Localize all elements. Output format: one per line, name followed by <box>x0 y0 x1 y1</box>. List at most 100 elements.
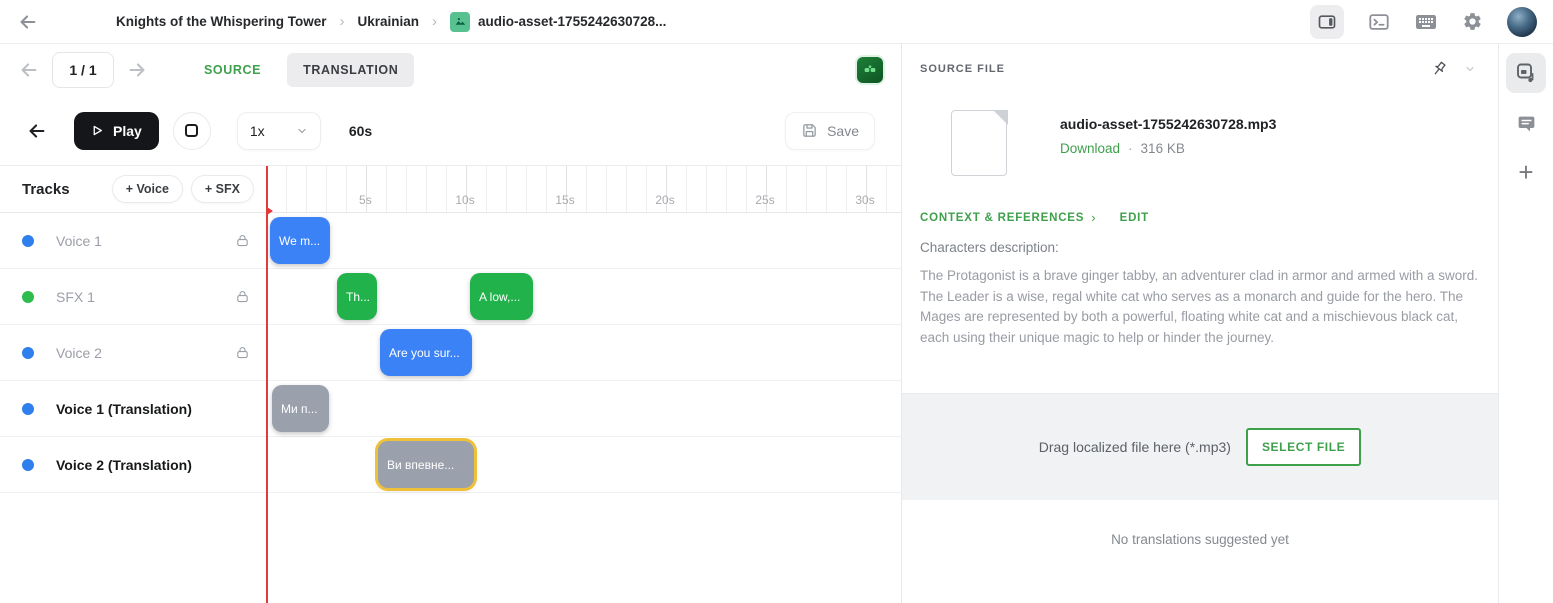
lock-icon[interactable] <box>235 289 250 304</box>
track-name: SFX 1 <box>56 289 95 305</box>
stop-button[interactable] <box>173 112 211 150</box>
add-sfx-button[interactable]: + SFX <box>191 175 254 203</box>
download-link[interactable]: Download <box>1060 141 1120 156</box>
next-page-icon[interactable] <box>126 59 148 81</box>
breadcrumb: Knights of the Whispering Tower › Ukrain… <box>116 12 666 32</box>
track-color-dot <box>22 459 34 471</box>
pin-icon[interactable] <box>1426 56 1451 81</box>
ruler-tick-label: 5s <box>359 193 372 207</box>
file-card: audio-asset-1755242630728.mp3 Download ·… <box>951 110 1498 176</box>
ruler-tick <box>786 166 787 212</box>
edit-link[interactable]: EDIT <box>1120 212 1149 224</box>
chevron-right-icon: › <box>1091 210 1095 225</box>
meta-separator: · <box>1128 141 1133 156</box>
total-duration: 60s <box>349 123 372 139</box>
audio-clip[interactable]: Are you sur... <box>380 329 472 376</box>
asset-image-icon <box>450 12 470 32</box>
track-row: Voice 1We m... <box>0 213 901 269</box>
ruler-tick <box>586 166 587 212</box>
breadcrumb-project[interactable]: Knights of the Whispering Tower <box>116 14 327 29</box>
audio-clip[interactable]: We m... <box>270 217 330 264</box>
playhead[interactable] <box>266 166 268 603</box>
play-label: Play <box>113 123 142 139</box>
track-header[interactable]: Voice 2 <box>0 325 266 380</box>
breadcrumb-separator-icon: › <box>340 13 345 30</box>
save-button[interactable]: Save <box>785 112 875 150</box>
track-header[interactable]: SFX 1 <box>0 269 266 324</box>
track-lane: Are you sur... <box>266 325 901 380</box>
audio-clip[interactable]: A low,... <box>470 273 533 320</box>
ruler-tick <box>346 166 347 212</box>
track-header[interactable]: Voice 1 <box>0 213 266 268</box>
select-file-button[interactable]: SELECT FILE <box>1246 428 1361 466</box>
panel-title: SOURCE FILE <box>920 63 1005 75</box>
track-name: Voice 2 (Translation) <box>56 457 192 473</box>
comments-icon[interactable] <box>1516 114 1537 135</box>
track-lane: Ви впевне... <box>266 437 901 492</box>
file-size: 316 KB <box>1141 141 1185 156</box>
context-references-link[interactable]: CONTEXT & REFERENCES <box>920 212 1084 224</box>
track-lane: We m... <box>266 213 901 268</box>
ruler-tick <box>746 166 747 212</box>
audio-clip[interactable]: Ви впевне... <box>378 441 474 488</box>
gear-icon[interactable] <box>1462 11 1483 32</box>
track-header[interactable]: Voice 2 (Translation) <box>0 437 266 492</box>
ruler-tick <box>626 166 627 212</box>
tab-source[interactable]: SOURCE <box>188 53 277 87</box>
asset-thumbnail-icon[interactable] <box>857 57 883 83</box>
panel-toggle-button[interactable] <box>1310 5 1344 39</box>
ruler-tick <box>606 166 607 212</box>
breadcrumb-asset-label: audio-asset-1755242630728... <box>478 14 666 29</box>
description-label: Characters description: <box>920 240 1480 255</box>
add-voice-button[interactable]: + Voice <box>112 175 183 203</box>
breadcrumb-asset[interactable]: audio-asset-1755242630728... <box>450 12 666 32</box>
ruler-tick <box>706 166 707 212</box>
ruler-tick <box>526 166 527 212</box>
avatar[interactable] <box>1507 7 1537 37</box>
panel-header: SOURCE FILE <box>902 44 1498 94</box>
audio-clip[interactable]: Ми п... <box>272 385 329 432</box>
prev-page-icon[interactable] <box>18 59 40 81</box>
track-row: Voice 2 (Translation) Ви впевне... <box>0 437 901 493</box>
ruler-tick-label: 15s <box>555 193 574 207</box>
playback-speed-select[interactable]: 1x <box>237 112 321 150</box>
breadcrumb-separator-icon: › <box>432 13 437 30</box>
context-references-row: CONTEXT & REFERENCES › EDIT <box>920 210 1498 225</box>
file-drop-zone[interactable]: Drag localized file here (*.mp3) SELECT … <box>902 393 1498 500</box>
track-color-dot <box>22 291 34 303</box>
menu-icon[interactable] <box>62 14 84 29</box>
exit-editor-icon[interactable] <box>26 120 48 142</box>
chevron-down-icon[interactable] <box>1464 63 1476 75</box>
drop-hint: Drag localized file here (*.mp3) <box>1039 439 1231 455</box>
lock-icon[interactable] <box>235 233 250 248</box>
file-name: audio-asset-1755242630728.mp3 <box>1060 116 1276 132</box>
tab-translation[interactable]: TRANSLATION <box>287 53 414 87</box>
audio-clip[interactable]: Th... <box>337 273 377 320</box>
ruler-tick <box>726 166 727 212</box>
document-icon <box>951 110 1007 176</box>
media-panel-button[interactable] <box>1506 53 1546 93</box>
keyboard-icon[interactable] <box>1414 10 1438 34</box>
track-color-dot <box>22 235 34 247</box>
timeline-ruler[interactable]: 5s10s15s20s25s30s <box>266 166 901 212</box>
ruler-tick <box>506 166 507 212</box>
track-row: SFX 1 Th... A low,... <box>0 269 901 325</box>
page-indicator[interactable]: 1 / 1 <box>52 52 114 88</box>
track-rows: Voice 1We m... SFX 1 Th... A low,... Voice 2… <box>0 213 901 493</box>
play-button[interactable]: Play <box>74 112 159 150</box>
ruler-tick-label: 20s <box>655 193 674 207</box>
ruler-tick <box>546 166 547 212</box>
ruler-tick <box>646 166 647 212</box>
track-header[interactable]: Voice 1 (Translation) <box>0 381 266 436</box>
description-text: The Protagonist is a brave ginger tabby,… <box>920 266 1480 348</box>
lock-icon[interactable] <box>235 345 250 360</box>
speed-value: 1x <box>250 123 265 139</box>
ruler-tick <box>406 166 407 212</box>
track-lane: Th... A low,... <box>266 269 901 324</box>
terminal-icon[interactable] <box>1368 11 1390 33</box>
breadcrumb-language[interactable]: Ukrainian <box>358 14 420 29</box>
timeline-header: Tracks + Voice + SFX 5s10s15s20s25s30s <box>0 166 901 213</box>
back-icon[interactable] <box>16 11 40 33</box>
add-panel-icon[interactable]: + <box>1518 159 1533 185</box>
ruler-tick-label: 30s <box>855 193 874 207</box>
